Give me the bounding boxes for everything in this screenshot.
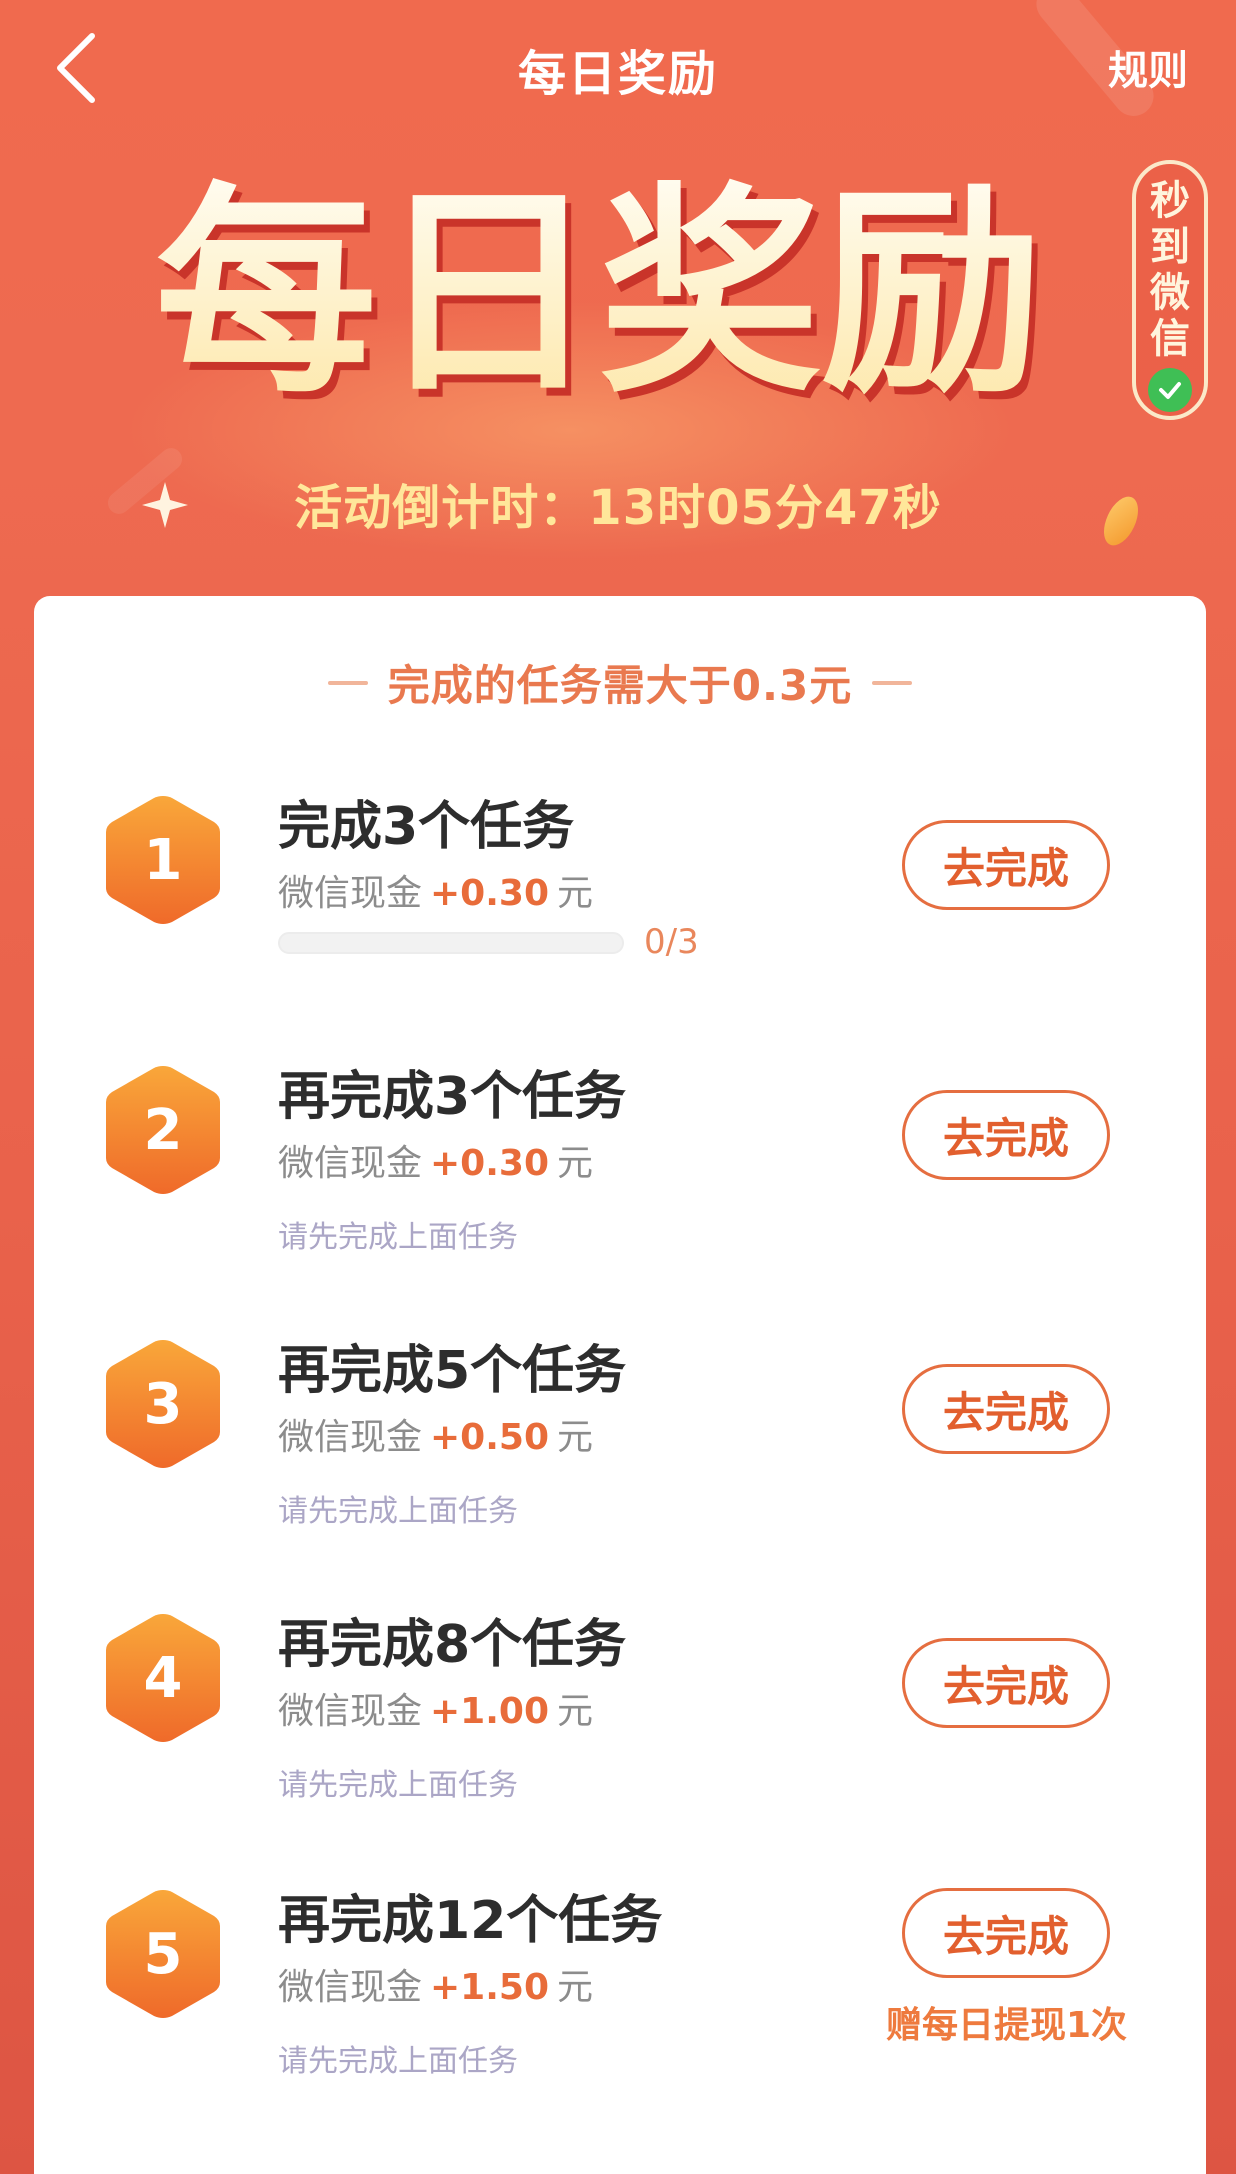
reward-unit: 元: [557, 1143, 594, 1184]
go-complete-button[interactable]: 去完成: [902, 1888, 1110, 1978]
task-number-badge: 5: [102, 1886, 224, 2022]
hero-banner-title: 每日奖励 每日奖励: [95, 150, 1115, 431]
task-number: 5: [143, 1921, 183, 1987]
task-reward: 微信现金 +0.30 元: [278, 864, 593, 916]
task-number: 4: [143, 1645, 183, 1711]
hero-title-text: 每日奖励: [155, 165, 1043, 423]
task-row-2: 2 再完成3个任务 微信现金 +0.30 元 请先完成上面任务 去完成: [34, 1054, 1206, 1304]
task-title: 完成3个任务: [278, 797, 575, 857]
locked-hint: 请先完成上面任务: [278, 1494, 518, 1529]
task-number-badge: 2: [102, 1062, 224, 1198]
locked-hint: 请先完成上面任务: [278, 2044, 518, 2079]
task-number: 1: [143, 827, 183, 893]
locked-hint: 请先完成上面任务: [278, 1220, 518, 1255]
task-card: 完成的任务需大于0.3元 1 完成3个任务 微信现金 +0.30 元 0/3 去完成…: [34, 596, 1206, 2174]
page-title: 每日奖励: [517, 46, 718, 102]
task-reward: 微信现金 +1.00 元: [278, 1682, 593, 1734]
task-title: 再完成5个任务: [278, 1341, 627, 1401]
reward-unit: 元: [557, 1691, 594, 1732]
task-number: 3: [143, 1371, 183, 1437]
task-row-5: 5 再完成12个任务 微信现金 +1.50 元 请先完成上面任务 去完成 赠每日提现…: [34, 1878, 1206, 2128]
reward-label: 微信现金: [278, 1143, 423, 1184]
bonus-withdraw-text: 赠每日提现1次: [886, 2005, 1128, 2046]
go-complete-button[interactable]: 去完成: [902, 1364, 1110, 1454]
check-circle-icon: [1148, 368, 1192, 412]
countdown-label: 活动倒计时：: [294, 480, 589, 536]
task-title: 再完成12个任务: [278, 1891, 663, 1951]
reward-amount: +1.00: [430, 1691, 550, 1732]
task-title: 再完成3个任务: [278, 1067, 627, 1127]
badge-text: 秒到微信: [1150, 178, 1190, 362]
reward-unit: 元: [557, 873, 594, 914]
task-number: 2: [143, 1097, 183, 1163]
countdown-timer: 活动倒计时：13时05分47秒: [0, 468, 1236, 538]
task-reward: 微信现金 +1.50 元: [278, 1958, 593, 2010]
card-subtitle: 完成的任务需大于0.3元: [387, 661, 853, 710]
reward-amount: +0.30: [430, 873, 550, 914]
reward-unit: 元: [557, 1417, 594, 1458]
instant-wechat-badge: 秒到微信: [1132, 160, 1208, 420]
task-reward: 微信现金 +0.50 元: [278, 1408, 593, 1460]
task-row-3: 3 再完成5个任务 微信现金 +0.50 元 请先完成上面任务 去完成: [34, 1328, 1206, 1578]
reward-label: 微信现金: [278, 1967, 423, 2008]
task-progress-bar: [278, 932, 624, 954]
subtitle-divider: [327, 680, 368, 685]
locked-hint: 请先完成上面任务: [278, 1768, 518, 1803]
reward-amount: +0.30: [430, 1143, 550, 1184]
task-row-1: 1 完成3个任务 微信现金 +0.30 元 0/3 去完成: [34, 784, 1206, 1034]
go-complete-button[interactable]: 去完成: [902, 1090, 1110, 1180]
reward-label: 微信现金: [278, 873, 423, 914]
task-progress-text: 0/3: [644, 922, 699, 962]
rules-button[interactable]: 规则: [1108, 38, 1188, 96]
reward-amount: +1.50: [430, 1967, 550, 2008]
countdown-value: 13时05分47秒: [588, 480, 942, 536]
reward-unit: 元: [557, 1967, 594, 2008]
task-number-badge: 4: [102, 1610, 224, 1746]
go-complete-button[interactable]: 去完成: [902, 1638, 1110, 1728]
subtitle-divider: [872, 680, 913, 685]
task-number-badge: 1: [102, 792, 224, 928]
reward-label: 微信现金: [278, 1417, 423, 1458]
reward-label: 微信现金: [278, 1691, 423, 1732]
task-number-badge: 3: [102, 1336, 224, 1472]
go-complete-button[interactable]: 去完成: [902, 820, 1110, 910]
top-navigation-bar: 每日奖励 规则: [0, 0, 1236, 130]
task-reward: 微信现金 +0.30 元: [278, 1134, 593, 1186]
reward-amount: +0.50: [430, 1417, 550, 1458]
task-row-4: 4 再完成8个任务 微信现金 +1.00 元 请先完成上面任务 去完成: [34, 1602, 1206, 1852]
task-title: 再完成8个任务: [278, 1615, 627, 1675]
card-subtitle-row: 完成的任务需大于0.3元: [34, 652, 1206, 713]
